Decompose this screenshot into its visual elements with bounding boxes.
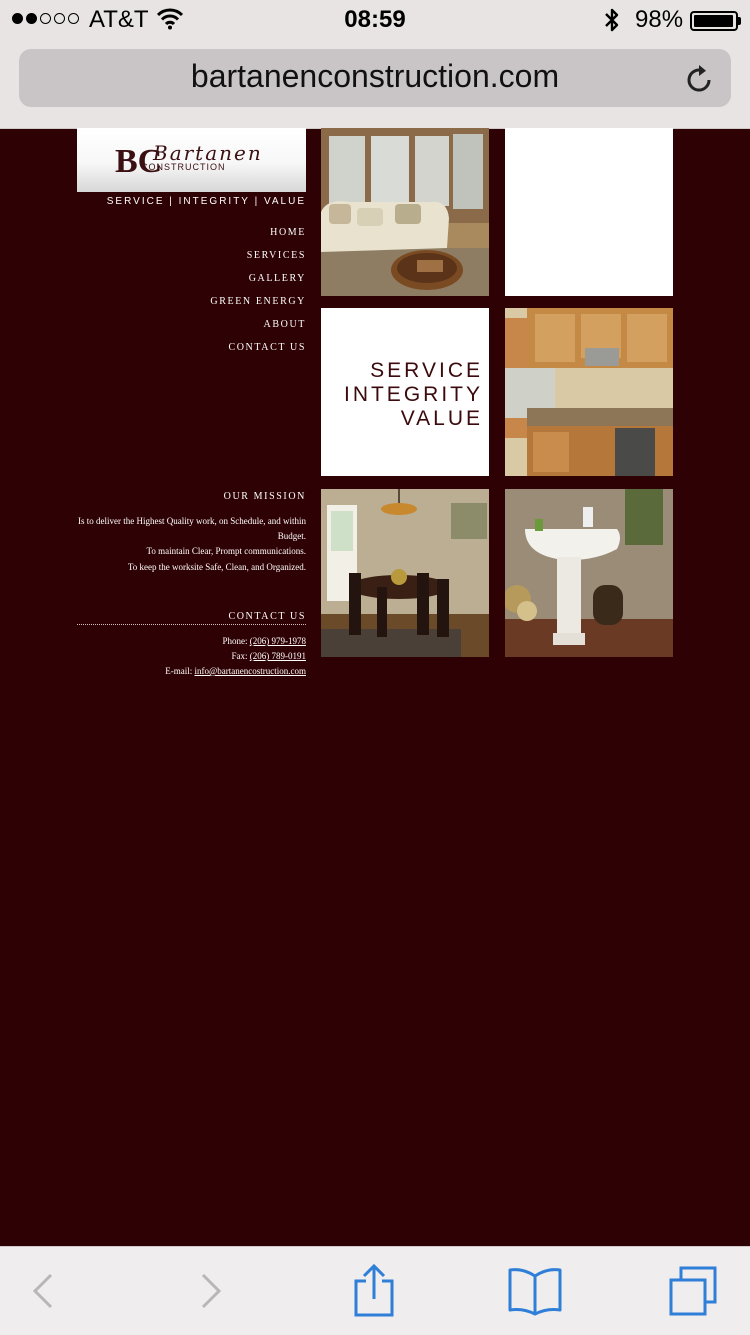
phone-label: Phone: (222, 636, 248, 646)
site-tagline: SERVICE | INTEGRITY | VALUE (106, 196, 306, 207)
phone-row: Phone: (206) 979-1978 (77, 634, 306, 649)
email-link[interactable]: info@bartanencostruction.com (194, 666, 306, 676)
gallery-photo-living-room[interactable] (321, 128, 489, 296)
contact-heading: CONTACT US (228, 611, 306, 622)
mission-statement: Is to deliver the Highest Quality work, … (77, 514, 306, 575)
share-button[interactable] (334, 1247, 414, 1335)
email-row: E-mail: info@bartanencostruction.com (77, 664, 306, 679)
mission-line: Is to deliver the Highest Quality work, … (78, 516, 306, 542)
nav-home[interactable]: HOME (77, 226, 306, 249)
gallery-photo-bathroom[interactable] (505, 489, 673, 657)
gallery-placeholder-tile (505, 128, 673, 296)
nav-green-energy[interactable]: GREEN ENERGY (77, 295, 306, 318)
battery-level-fill (694, 15, 734, 27)
tabs-button[interactable] (654, 1247, 734, 1335)
bookmarks-icon (508, 1268, 562, 1316)
forward-button[interactable] (171, 1247, 251, 1335)
fax-link[interactable]: (206) 789-0191 (250, 651, 306, 661)
nav-about[interactable]: ABOUT (77, 318, 306, 341)
forward-icon (201, 1273, 222, 1309)
email-label: E-mail: (165, 666, 193, 676)
fax-row: Fax: (206) 789-0191 (77, 649, 306, 664)
url-text[interactable]: bartanenconstruction.com (19, 58, 731, 95)
nav-contact-us[interactable]: CONTACT US (77, 341, 306, 364)
bluetooth-icon (602, 7, 622, 38)
phone-link[interactable]: (206) 979-1978 (250, 636, 306, 646)
nav-gallery[interactable]: GALLERY (77, 272, 306, 295)
fax-label: Fax: (231, 651, 248, 661)
bookmarks-button[interactable] (495, 1247, 575, 1335)
gallery-photo-dining-room[interactable] (321, 489, 489, 657)
battery-icon (690, 11, 738, 31)
back-button[interactable] (3, 1247, 83, 1335)
battery-percentage: 98% (635, 6, 684, 33)
status-bar: AT&T 08:59 98% (0, 0, 750, 40)
service-integrity-value-tile: SERVICE INTEGRITY VALUE (321, 308, 489, 476)
battery-tip (738, 17, 741, 25)
browser-top-chrome: AT&T 08:59 98% bartanenconstruction.com (0, 0, 750, 129)
logo-subtitle: CONSTRUCTION (141, 162, 226, 172)
contact-divider (77, 624, 306, 625)
tile-word-value: VALUE (400, 407, 483, 430)
main-navigation: HOME SERVICES GALLERY GREEN ENERGY ABOUT… (77, 226, 306, 364)
site-logo[interactable]: BC Bartanen CONSTRUCTION (77, 128, 306, 192)
tile-word-integrity: INTEGRITY (343, 383, 483, 406)
mission-line: To maintain Clear, Prompt communications… (146, 546, 306, 557)
mission-heading: OUR MISSION (223, 491, 306, 502)
share-icon (354, 1263, 394, 1317)
reload-icon[interactable] (685, 62, 715, 99)
browser-toolbar (0, 1246, 750, 1335)
gallery-photo-kitchen[interactable] (505, 308, 673, 476)
nav-services[interactable]: SERVICES (77, 249, 306, 272)
back-icon (32, 1273, 53, 1309)
tabs-icon (669, 1266, 717, 1316)
mission-line: To keep the worksite Safe, Clean, and Or… (127, 561, 306, 572)
tile-word-service: SERVICE (370, 359, 483, 382)
address-bar[interactable]: bartanenconstruction.com (19, 49, 731, 107)
contact-details: Phone: (206) 979-1978 Fax: (206) 789-019… (77, 634, 306, 679)
